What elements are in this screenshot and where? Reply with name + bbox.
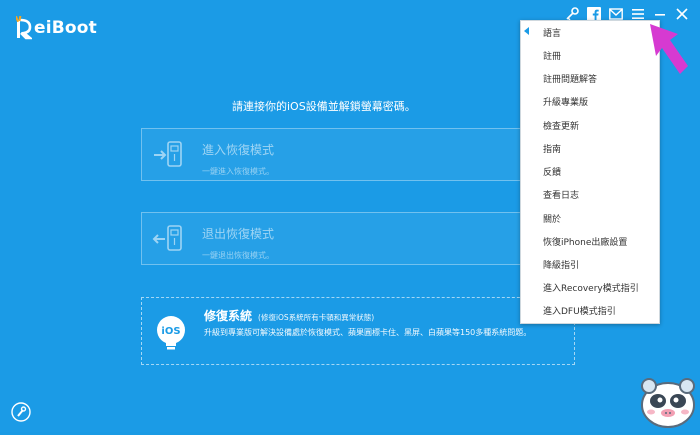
enter-recovery-mode-button[interactable]: 進入恢復模式 一鍵進入恢復模式。 [141, 128, 575, 181]
repair-system-button[interactable]: iOS 修復系統 (修復iOS系統所有卡頓和異常狀態) 升級到專業版可解決設備處於… [141, 297, 575, 365]
enter-recovery-title: 進入恢復模式 [202, 143, 275, 157]
repair-description: 升級到專業版可解決設備處於恢復模式、蘋果圓標卡住、黑屏、白蘋果等150多種系統問… [204, 328, 532, 337]
app-logo: eiBoot [15, 14, 97, 40]
repair-title-text: 修復系統 [204, 309, 253, 323]
menu-item-recovery-guide[interactable]: 進入Recovery模式指引 [543, 281, 639, 294]
toolbox-icon[interactable] [11, 402, 31, 422]
exit-recovery-title: 退出恢復模式 [202, 227, 275, 241]
menu-item-language[interactable]: 語言 [524, 26, 561, 39]
enter-recovery-icon [152, 139, 186, 173]
close-icon[interactable] [674, 6, 690, 22]
repair-note: (修復iOS系統所有卡頓和異常狀態) [258, 313, 375, 322]
submenu-arrow-icon [524, 27, 529, 35]
menu-item-feedback[interactable]: 反饋 [543, 165, 561, 178]
menu-item-register-faq[interactable]: 註冊問題解答 [543, 72, 597, 85]
menu-item-check-update[interactable]: 檢查更新 [543, 119, 579, 132]
menu-item-dfu-guide[interactable]: 進入DFU模式指引 [543, 304, 616, 317]
menu-item-register[interactable]: 註冊 [543, 49, 561, 62]
repair-system-title: 修復系統 (修復iOS系統所有卡頓和異常狀態) [204, 307, 374, 324]
reiboot-window: eiBoot 請連接你的iOS設備並解鎖螢幕密碼。 進入恢復模式 一鍵進入恢復模… [0, 0, 700, 432]
menu-item-upgrade-pro[interactable]: 升級專業版 [543, 95, 588, 108]
menu-item-guide[interactable]: 指南 [543, 142, 561, 155]
pointer-arrow-icon [648, 22, 692, 78]
connect-device-prompt: 請連接你的iOS設備並解鎖螢幕密碼。 [232, 100, 416, 113]
menu-item-view-log[interactable]: 查看日志 [543, 188, 579, 201]
settings-dropdown-menu: 語言 註冊 註冊問題解答 升級專業版 檢查更新 指南 反饋 查看日志 關於 恢復… [520, 20, 660, 324]
app-name: eiBoot [34, 18, 97, 38]
enter-recovery-subtitle: 一鍵進入恢復模式。 [202, 167, 274, 176]
logo-mark-icon [15, 14, 34, 40]
mascot-image [637, 375, 699, 431]
exit-recovery-subtitle: 一鍵退出恢復模式。 [202, 251, 274, 260]
menu-item-factory-reset[interactable]: 恢復iPhone出廠設置 [543, 235, 627, 248]
exit-recovery-icon [152, 223, 186, 257]
menu-item-about[interactable]: 關於 [543, 212, 561, 225]
menu-item-downgrade-guide[interactable]: 降級指引 [543, 258, 579, 271]
svg-text:iOS: iOS [161, 326, 180, 337]
exit-recovery-mode-button[interactable]: 退出恢復模式 一鍵退出恢復模式。 [141, 212, 575, 265]
ios-bulb-icon: iOS [153, 313, 189, 353]
